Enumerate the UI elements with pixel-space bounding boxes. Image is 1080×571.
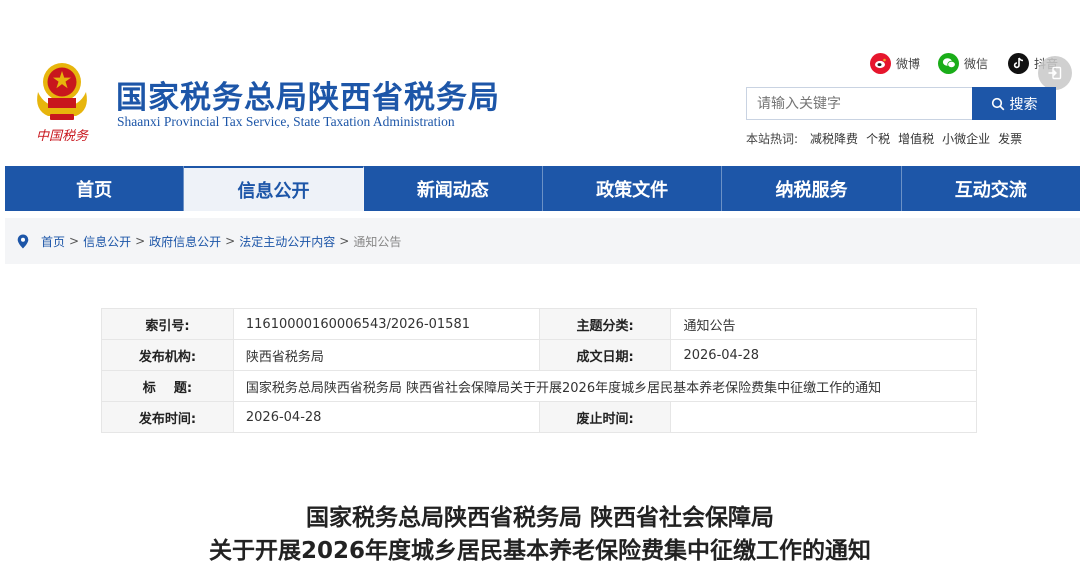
table-row: 索引号: 11610000160006543/2026-01581 主题分类: … (101, 308, 977, 340)
hot-word-link[interactable]: 小微企业 (942, 130, 990, 147)
nav-item-policy[interactable]: 政策文件 (543, 166, 723, 211)
breadcrumb: 首页 > 信息公开 > 政府信息公开 > 法定主动公开内容 > 通知公告 (5, 218, 1080, 264)
table-row: 标 题: 国家税务总局陕西省税务局 陕西省社会保障局关于开展2026年度城乡居民… (101, 370, 978, 402)
hot-word-link[interactable]: 个税 (866, 130, 890, 147)
title-value: 国家税务总局陕西省税务局 陕西省社会保障局关于开展2026年度城乡居民基本养老保… (232, 370, 978, 402)
hot-word-link[interactable]: 发票 (998, 130, 1022, 147)
publisher-value: 陕西省税务局 (232, 339, 540, 371)
publish-time-value: 2026-04-28 (232, 401, 540, 433)
topic-value: 通知公告 (670, 308, 977, 340)
hot-words-label: 本站热词: (746, 132, 799, 146)
breadcrumb-separator: > (339, 234, 350, 248)
nav-item-interaction[interactable]: 互动交流 (902, 166, 1080, 211)
tax-emblem-icon: 中国税务 (36, 63, 89, 144)
search-button-label: 搜索 (1009, 96, 1038, 113)
expire-value (670, 401, 977, 433)
wechat-label: 微信 (964, 56, 989, 71)
breadcrumb-link[interactable]: 政府信息公开 (149, 233, 221, 250)
nav-item-news[interactable]: 新闻动态 (364, 166, 543, 211)
exit-float-button[interactable] (1038, 56, 1072, 90)
breadcrumb-current: 通知公告 (353, 234, 402, 249)
page: 中国税务 国家税务总局陕西省税务局 Shaanxi Provincial Tax… (0, 0, 1080, 571)
table-row: 发布时间: 2026-04-28 废止时间: (101, 401, 977, 433)
weibo-label: 微博 (896, 56, 921, 71)
publish-time-label: 发布时间: (101, 401, 234, 433)
nav-item-tax-service[interactable]: 纳税服务 (722, 166, 902, 211)
site-title: 国家税务总局陕西省税务局 (116, 80, 500, 116)
main-nav: 首页 信息公开 新闻动态 政策文件 纳税服务 互动交流 (5, 166, 1080, 211)
doc-date-label: 成文日期: (538, 339, 672, 371)
search-icon (991, 97, 1004, 110)
hot-word-link[interactable]: 减税降费 (810, 130, 858, 147)
site-header: 中国税务 国家税务总局陕西省税务局 Shaanxi Provincial Tax… (0, 0, 1080, 166)
index-label: 索引号: (101, 308, 234, 340)
hot-words: 本站热词: 减税降费 个税 增值税 小微企业 发票 (746, 130, 1030, 147)
breadcrumb-separator: > (69, 234, 80, 248)
nav-item-info-disclosure[interactable]: 信息公开 (184, 166, 364, 211)
breadcrumb-link[interactable]: 法定主动公开内容 (239, 233, 335, 250)
title-label: 标 题: (101, 370, 234, 402)
doc-date-value: 2026-04-28 (670, 339, 977, 371)
hot-word-link[interactable]: 增值税 (898, 130, 934, 147)
article-title-line-1: 国家税务总局陕西省税务局 陕西省社会保障局 (305, 505, 774, 531)
wechat-icon (938, 52, 959, 74)
expire-label: 废止时间: (538, 401, 672, 433)
breadcrumb-separator: > (135, 234, 146, 248)
search-button[interactable]: 搜索 (972, 87, 1056, 120)
document-info-table: 索引号: 11610000160006543/2026-01581 主题分类: … (101, 308, 978, 433)
emblem-caption: 中国税务 (36, 129, 89, 144)
nav-item-home[interactable]: 首页 (5, 166, 185, 211)
exit-icon (1048, 66, 1062, 80)
search-input[interactable] (746, 87, 972, 120)
index-value: 11610000160006543/2026-01581 (232, 308, 540, 340)
topic-label: 主题分类: (538, 308, 672, 340)
breadcrumb-separator: > (225, 234, 236, 248)
article-title-line-2: 关于开展2026年度城乡居民基本养老保险费集中征缴工作的通知 (208, 538, 871, 564)
site-subtitle: Shaanxi Provincial Tax Service, State Ta… (117, 114, 455, 129)
breadcrumb-link[interactable]: 首页 (41, 233, 65, 250)
weibo-icon (870, 52, 891, 74)
location-pin-icon (17, 234, 29, 249)
table-row: 发布机构: 陕西省税务局 成文日期: 2026-04-28 (101, 339, 977, 371)
douyin-icon (1008, 52, 1029, 74)
breadcrumb-link[interactable]: 信息公开 (83, 233, 131, 250)
weibo-link[interactable]: 微博 (870, 52, 920, 74)
wechat-link[interactable]: 微信 (938, 52, 988, 74)
publisher-label: 发布机构: (101, 339, 234, 371)
